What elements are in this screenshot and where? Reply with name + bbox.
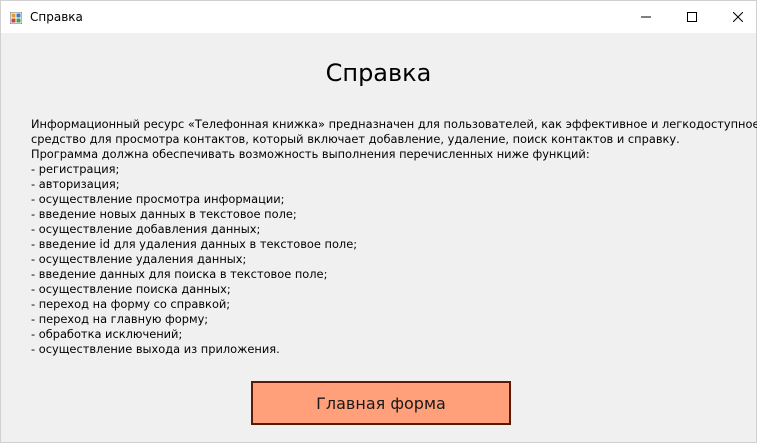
help-text-line: - введение id для удаления данных в текс… [31, 237, 358, 251]
page-title: Справка [325, 59, 432, 87]
help-text-line: - осуществление просмотра информации; [31, 192, 285, 206]
title-bar[interactable]: Справка [1, 1, 756, 33]
help-text-line: - переход на главную форму; [31, 312, 209, 326]
main-form-button[interactable]: Главная форма [251, 381, 511, 425]
maximize-icon [687, 12, 697, 22]
help-text-line: Программа должна обеспечивать возможност… [31, 147, 590, 161]
help-text-line: - осуществление удаления данных; [31, 252, 247, 266]
minimize-button[interactable] [623, 1, 669, 33]
help-text-line: - обработка исключений; [31, 327, 183, 341]
help-text: Информационный ресурс «Телефонная книжка… [31, 117, 757, 357]
form-content: Справка Информационный ресурс «Телефонна… [1, 33, 757, 442]
help-text-line: - осуществление поиска данных; [31, 282, 231, 296]
close-icon [733, 12, 743, 22]
help-text-line: - осуществление выхода из приложения. [31, 342, 280, 356]
close-button[interactable] [715, 1, 757, 33]
help-text-line: - введение новых данных в текстовое поле… [31, 207, 297, 221]
help-text-line: - введение данных для поиска в текстовое… [31, 267, 328, 281]
help-text-line: Информационный ресурс «Телефонная книжка… [31, 117, 757, 131]
app-icon [9, 11, 23, 25]
help-text-line: - переход на форму со справкой; [31, 297, 231, 311]
window-title: Справка [30, 10, 83, 24]
help-text-line: - осуществление добавления данных; [31, 222, 261, 236]
help-text-line: - авторизация; [31, 177, 120, 191]
maximize-button[interactable] [669, 1, 715, 33]
help-window: Справка Справка Информационный ресурс «Т… [0, 0, 757, 443]
help-text-line: - регистрация; [31, 162, 120, 176]
minimize-icon [641, 16, 651, 18]
help-text-line: средство для просмотра контактов, которы… [31, 132, 680, 146]
